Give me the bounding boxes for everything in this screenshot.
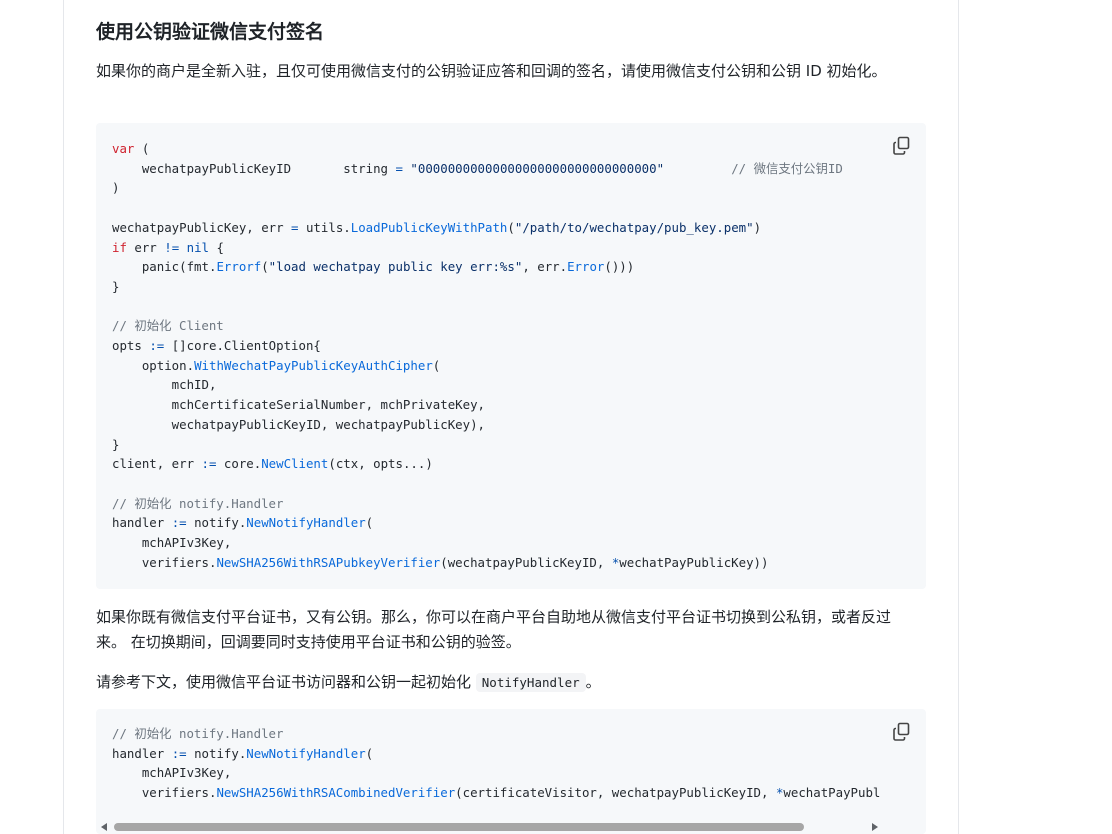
- section-heading: 使用公钥验证微信支付签名: [96, 21, 325, 43]
- code-text[interactable]: var ( wechatpayPublicKeyID string = "000…: [112, 139, 843, 572]
- code-comment: // 初始化 notify.Handler: [112, 495, 284, 511]
- scroll-left-arrow-icon[interactable]: [101, 823, 107, 831]
- code-comment: // 微信支付公钥ID: [731, 160, 843, 176]
- code-string: "00000000000000000000000000000000": [410, 160, 665, 176]
- content-right-border: [958, 0, 959, 834]
- copy-icon[interactable]: [892, 136, 912, 156]
- reference-text-end: 。: [585, 673, 601, 691]
- code-string: "/path/to/wechatpay/pub_key.pem": [514, 219, 754, 235]
- code-comment: // 初始化 notify.Handler: [112, 726, 284, 741]
- code-text[interactable]: // 初始化 notify.Handler handler := notify.…: [112, 724, 880, 803]
- scroll-right-arrow-icon[interactable]: [872, 823, 878, 831]
- copy-icon[interactable]: [892, 722, 912, 742]
- code-keyword: if: [112, 239, 127, 255]
- reference-paragraph: 请参考下文，使用微信平台证书访问器和公钥一起初始化 NotifyHandler。: [96, 670, 916, 696]
- intro-paragraph: 如果你的商户是全新入驻，且仅可使用微信支付的公钥验证应答和回调的签名，请使用微信…: [96, 62, 887, 80]
- scrollbar-thumb[interactable]: [114, 823, 804, 831]
- code-block-public-key: var ( wechatpayPublicKeyID string = "000…: [96, 123, 926, 589]
- code-keyword: var: [112, 141, 135, 156]
- code-string: "load wechatpay public key err:%s": [268, 259, 523, 275]
- code-block-combined-verifier: // 初始化 notify.Handler handler := notify.…: [96, 709, 926, 834]
- inline-code-notifyhandler: NotifyHandler: [475, 673, 586, 692]
- switch-paragraph: 如果你既有微信支付平台证书，又有公钥。那么，你可以在商户平台自助地从微信支付平台…: [96, 608, 892, 651]
- horizontal-scrollbar[interactable]: [96, 820, 926, 834]
- reference-text: 请参考下文，使用微信平台证书访问器和公钥一起初始化: [96, 673, 476, 691]
- content-left-border: [63, 0, 64, 834]
- code-comment: // 初始化 Client: [112, 318, 224, 334]
